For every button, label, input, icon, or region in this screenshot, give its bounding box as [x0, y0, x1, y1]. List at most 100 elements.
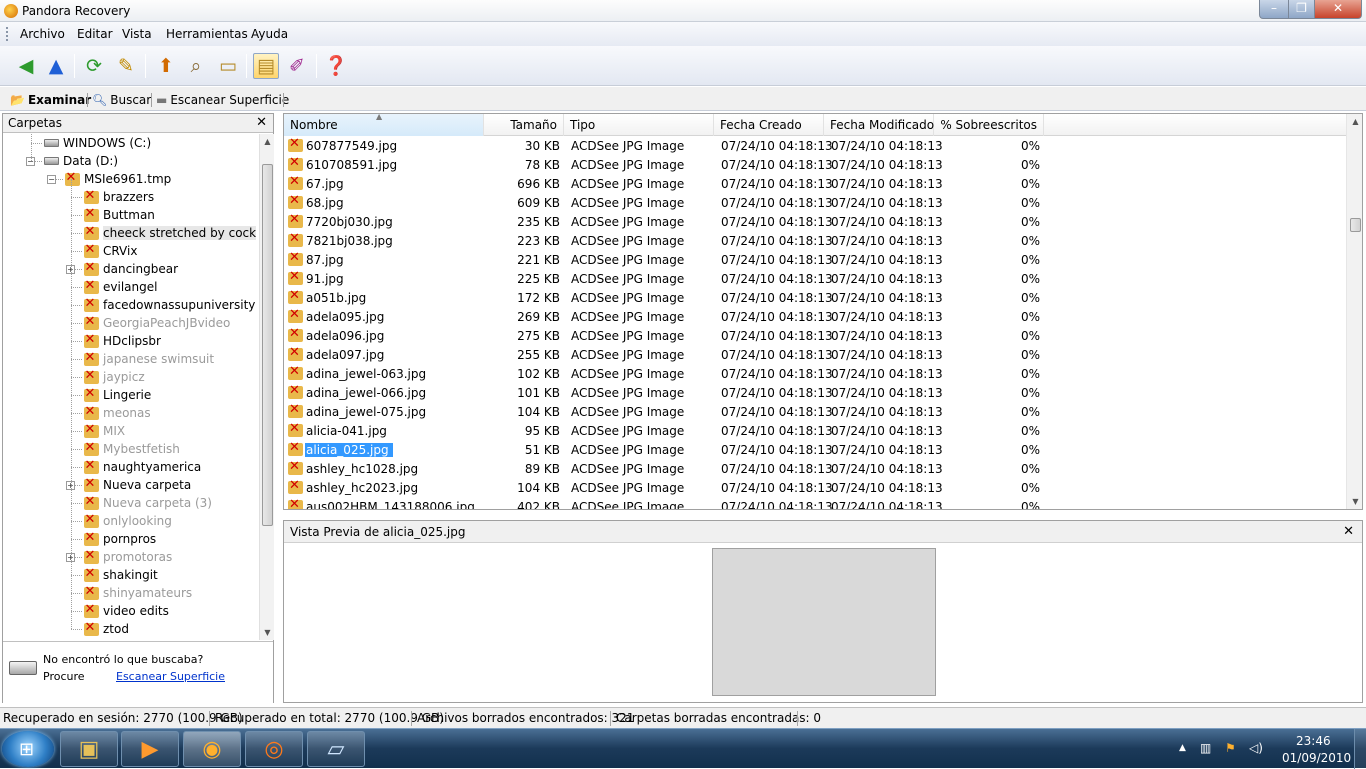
tab-buscar[interactable]: 🔍︎ Buscar — [92, 91, 151, 109]
tree-node[interactable]: facedownassupuniversity — [83, 296, 255, 314]
up-arrow-icon[interactable]: ▲ — [43, 53, 69, 79]
tree-node[interactable]: onlylooking — [83, 512, 172, 530]
minimize-button[interactable]: – — [1259, 0, 1289, 19]
table-row[interactable]: adina_jewel-063.jpg 102 KB ACDSee JPG Imag… — [284, 364, 1346, 384]
close-button[interactable]: ✕ — [1314, 0, 1362, 19]
settings-icon[interactable]: ✐ — [284, 53, 310, 79]
tray-flag-icon[interactable]: ⚑ — [1225, 741, 1236, 755]
taskbar-media-player-button[interactable]: ▶ — [121, 731, 179, 767]
clock-time[interactable]: 23:46 — [1296, 734, 1331, 748]
title-bar[interactable]: Pandora Recovery – ❐ ✕ — [0, 0, 1366, 22]
column-tamano[interactable]: Tamaño — [484, 114, 564, 136]
preview-toggle-icon[interactable]: ▤ — [253, 53, 279, 79]
taskbar-firefox-button[interactable]: ◎ — [245, 731, 303, 767]
table-row[interactable]: 87.jpg 221 KB ACDSee JPG Image 07/24/10 04:… — [284, 250, 1346, 270]
taskbar-notepad-button[interactable]: ▱ — [307, 731, 365, 767]
column-nombre[interactable]: ▲ Nombre — [284, 114, 484, 136]
table-row[interactable]: 607877549.jpg 30 KB ACDSee JPG Image 07/24/… — [284, 137, 1346, 156]
tree-node[interactable]: dancingbear — [83, 260, 178, 278]
table-row[interactable]: adina_jewel-075.jpg 104 KB ACDSee JPG Imag… — [284, 402, 1346, 422]
tab-examinar[interactable]: 📂 Examinar — [10, 91, 91, 109]
tab-escanear-superficie[interactable]: ▬ Escanear Superficie — [156, 91, 289, 109]
table-row[interactable]: adela096.jpg 275 KB ACDSee JPG Image 07/24/… — [284, 326, 1346, 346]
help-icon[interactable]: ❓ — [323, 53, 349, 79]
show-desktop-button[interactable] — [1354, 729, 1366, 769]
file-list-scrollbar[interactable]: ▲ ▼ — [1346, 114, 1362, 509]
menu-editar[interactable]: Editar — [77, 27, 113, 41]
scroll-up-icon[interactable]: ▲ — [260, 134, 275, 149]
table-row[interactable]: adela095.jpg 269 KB ACDSee JPG Image 07/24/… — [284, 307, 1346, 327]
scroll-down-icon[interactable]: ▼ — [260, 625, 275, 640]
scroll-down-icon[interactable]: ▼ — [1348, 494, 1362, 509]
table-row[interactable]: 91.jpg 225 KB ACDSee JPG Image 07/24/10 04:… — [284, 269, 1346, 289]
back-arrow-icon[interactable]: ◀ — [13, 53, 39, 79]
tree-node[interactable]: promotoras — [83, 548, 172, 566]
tree-node[interactable]: naughtyamerica — [83, 458, 201, 476]
scroll-thumb[interactable] — [262, 164, 273, 526]
table-row[interactable]: ashley_hc1028.jpg 89 KB ACDSee JPG Image 07… — [284, 459, 1346, 479]
refresh-icon[interactable]: ⟳ — [81, 53, 107, 79]
table-row[interactable]: 67.jpg 696 KB ACDSee JPG Image 07/24/10 04:… — [284, 174, 1346, 194]
table-row[interactable]: adina_jewel-066.jpg 101 KB ACDSee JPG Imag… — [284, 383, 1346, 403]
folder-tree-scrollbar[interactable]: ▲ ▼ — [259, 134, 274, 640]
tree-node[interactable]: Buttman — [83, 206, 155, 224]
table-row[interactable]: 610708591.jpg 78 KB ACDSee JPG Image 07/24/… — [284, 155, 1346, 175]
menu-ayuda[interactable]: Ayuda — [251, 27, 288, 41]
menu-archivo[interactable]: Archivo — [20, 27, 65, 41]
menu-vista[interactable]: Vista — [122, 27, 152, 41]
maximize-button[interactable]: ❐ — [1288, 0, 1315, 19]
tree-node[interactable]: MIX — [83, 422, 125, 440]
tree-node[interactable]: cheeck stretched by cock — [83, 224, 257, 242]
table-row[interactable]: 7821bj038.jpg 223 KB ACDSee JPG Image 07/24… — [284, 231, 1346, 251]
tree-node[interactable]: japanese swimsuit — [83, 350, 214, 368]
tree-node[interactable]: HDclipsbr — [83, 332, 161, 350]
tree-expander-icon[interactable]: − — [47, 175, 56, 184]
search-icon[interactable]: ⌕ — [183, 53, 209, 79]
scroll-up-icon[interactable]: ▲ — [1348, 114, 1362, 129]
column-sobreescritos[interactable]: % Sobreescritos — [934, 114, 1044, 136]
start-button[interactable]: ⊞ — [2, 731, 54, 767]
tree-node[interactable]: shakingit — [83, 566, 158, 584]
document-icon[interactable]: ▭ — [215, 53, 241, 79]
tree-node[interactable]: MSIe6961.tmp — [64, 170, 171, 188]
surface-scan-link[interactable]: Escanear Superficie — [116, 670, 225, 683]
scroll-thumb[interactable] — [1350, 218, 1361, 232]
tree-node[interactable]: Lingerie — [83, 386, 151, 404]
tree-node[interactable]: ztod — [83, 620, 129, 638]
close-icon[interactable]: ✕ — [1343, 524, 1354, 539]
tree-node[interactable]: GeorgiaPeachJBvideo — [83, 314, 230, 332]
table-row[interactable]: 7720bj030.jpg 235 KB ACDSee JPG Image 07/24… — [284, 212, 1346, 232]
column-tipo[interactable]: Tipo — [564, 114, 714, 136]
tray-network-icon[interactable]: ▥ — [1200, 741, 1211, 755]
tree-node[interactable]: jaypicz — [83, 368, 145, 386]
table-row[interactable]: alicia-041.jpg 95 KB ACDSee JPG Image 07/24… — [284, 421, 1346, 441]
tree-node[interactable]: video edits — [83, 602, 169, 620]
taskbar-pandora-button[interactable]: ◉ — [183, 731, 241, 767]
clock-date[interactable]: 01/09/2010 — [1282, 751, 1351, 765]
table-row[interactable]: 68.jpg 609 KB ACDSee JPG Image 07/24/10 04:… — [284, 193, 1346, 213]
menu-herramientas[interactable]: Herramientas — [166, 27, 248, 41]
edit-icon[interactable]: ✎ — [113, 53, 139, 79]
tree-node[interactable]: shinyamateurs — [83, 584, 192, 602]
folder-tree[interactable]: WINDOWS (C:)Data (D:)−MSIe6961.tmp−brazz… — [3, 134, 259, 640]
tree-node[interactable]: pornpros — [83, 530, 156, 548]
close-icon[interactable]: ✕ — [256, 115, 267, 130]
tree-node[interactable]: CRVix — [83, 242, 137, 260]
tray-show-hidden-icon[interactable]: ▲ — [1179, 743, 1186, 753]
tree-node[interactable]: evilangel — [83, 278, 157, 296]
tree-node[interactable]: meonas — [83, 404, 151, 422]
tree-node[interactable]: Data (D:) — [43, 152, 118, 170]
recover-icon[interactable]: ⬆ — [153, 53, 179, 79]
table-row[interactable]: aus002HBM_143188006.jpg 402 KB ACDSee JPG … — [284, 497, 1346, 509]
tree-node[interactable]: Nueva carpeta (3) — [83, 494, 212, 512]
column-fecha-creado[interactable]: Fecha Creado — [714, 114, 824, 136]
tray-volume-icon[interactable]: ◁) — [1249, 741, 1263, 755]
taskbar-explorer-button[interactable]: ▣ — [60, 731, 118, 767]
table-row[interactable]: a051b.jpg 172 KB ACDSee JPG Image 07/24/10 … — [284, 288, 1346, 308]
table-row[interactable]: adela097.jpg 255 KB ACDSee JPG Image 07/24/… — [284, 345, 1346, 365]
table-row[interactable]: alicia_025.jpg 51 KB ACDSee JPG Image 07/24… — [284, 440, 1346, 460]
tree-node[interactable]: brazzers — [83, 188, 154, 206]
column-fecha-modificado[interactable]: Fecha Modificado — [824, 114, 934, 136]
tree-node[interactable]: Nueva carpeta — [83, 476, 191, 494]
tree-node[interactable]: WINDOWS (C:) — [43, 134, 151, 152]
